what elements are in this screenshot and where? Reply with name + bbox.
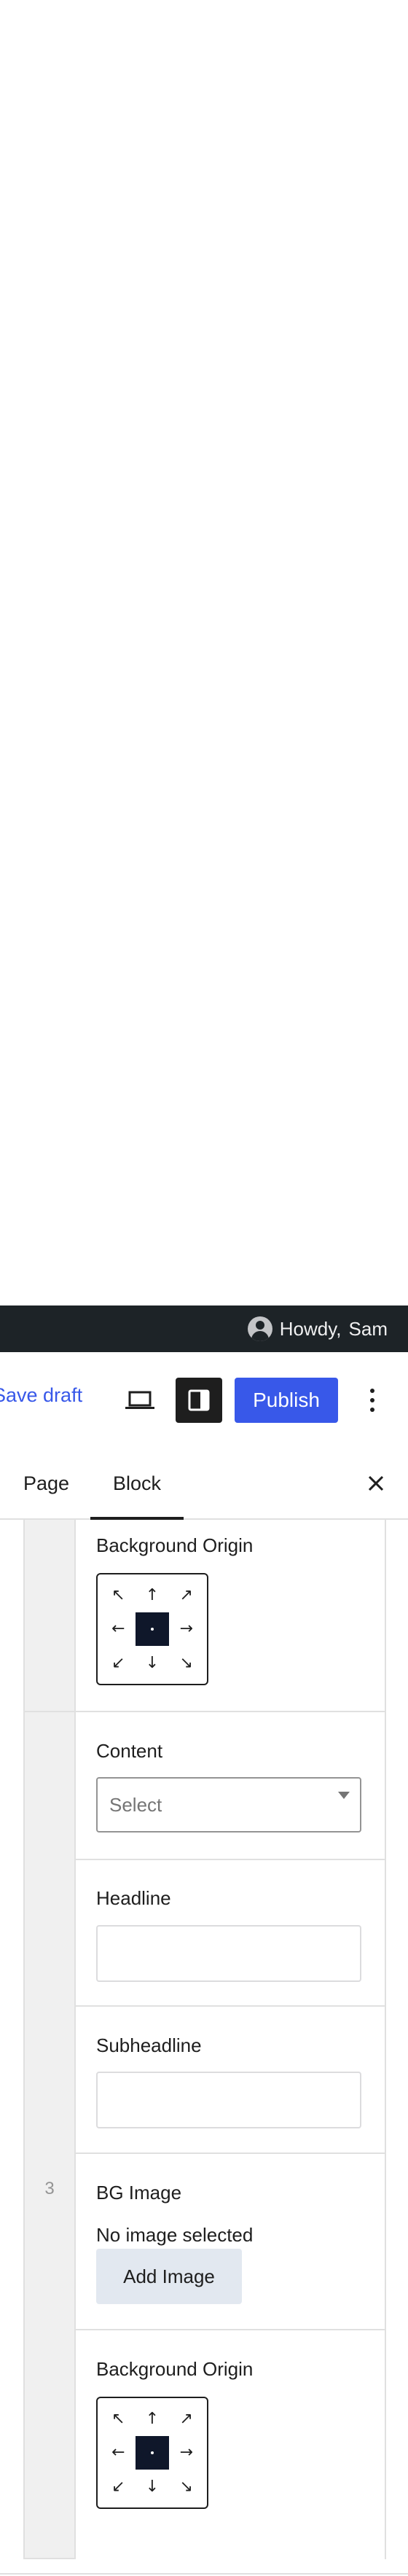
sidebar-tabs: Page Block bbox=[0, 1448, 408, 1520]
content-select-value: Select bbox=[109, 1793, 162, 1816]
center-dot-icon[interactable] bbox=[135, 1612, 170, 1647]
arrow-up-left-icon[interactable]: ↖ bbox=[101, 2402, 136, 2436]
arrow-down-icon[interactable]: ↓ bbox=[136, 2470, 170, 2504]
arrow-right-icon[interactable]: → bbox=[169, 2436, 203, 2470]
block-settings-panel: 3 Background Origin ↖ ↑ ↗ ← → ↙ ↓ ↘ Cont… bbox=[0, 1520, 408, 2573]
arrow-up-left-icon[interactable]: ↖ bbox=[101, 1578, 136, 1612]
arrow-down-right-icon[interactable]: ↘ bbox=[169, 2470, 203, 2504]
headline-input[interactable] bbox=[96, 1925, 361, 1982]
settings-sidebar-toggle[interactable] bbox=[176, 1378, 222, 1423]
publish-button[interactable]: Publish bbox=[235, 1378, 338, 1423]
close-sidebar-button[interactable] bbox=[363, 1470, 389, 1496]
repeater-row-gutter: 3 bbox=[23, 1712, 76, 2559]
content-select[interactable]: Select bbox=[96, 1777, 361, 1833]
arrow-left-icon[interactable]: ← bbox=[101, 2436, 136, 2470]
editor-toolbar: Save draft Publish bbox=[0, 1352, 408, 1450]
account-menu[interactable]: Howdy, Sam bbox=[247, 1305, 388, 1352]
background-origin-label: Background Origin bbox=[96, 1534, 254, 1556]
user-avatar-icon bbox=[247, 1316, 272, 1341]
subheadline-label: Subheadline bbox=[96, 2034, 202, 2056]
kebab-menu-icon bbox=[370, 1389, 374, 1412]
username-text: Sam bbox=[348, 1317, 388, 1340]
tab-page[interactable]: Page bbox=[23, 1448, 69, 1518]
arrow-left-icon[interactable]: ← bbox=[101, 1612, 136, 1647]
subheadline-input[interactable] bbox=[96, 2072, 361, 2128]
arrow-down-right-icon[interactable]: ↘ bbox=[169, 1646, 203, 1680]
bg-image-label: BG Image bbox=[96, 2182, 182, 2204]
bottom-divider bbox=[0, 2573, 408, 2575]
headline-label: Headline bbox=[96, 1887, 171, 1909]
arrow-up-right-icon[interactable]: ↗ bbox=[169, 1578, 203, 1612]
background-origin-picker[interactable]: ↖ ↑ ↗ ← → ↙ ↓ ↘ bbox=[96, 2397, 208, 2509]
preview-button[interactable] bbox=[121, 1383, 159, 1417]
arrow-up-right-icon[interactable]: ↗ bbox=[169, 2402, 203, 2436]
content-label: Content bbox=[96, 1740, 163, 1762]
admin-bar: Howdy, Sam bbox=[0, 1305, 408, 1352]
arrow-up-icon[interactable]: ↑ bbox=[136, 2402, 170, 2436]
row-divider bbox=[23, 1711, 386, 1712]
row-number: 3 bbox=[44, 2179, 55, 2198]
greeting-text: Howdy, bbox=[279, 1317, 342, 1340]
background-origin-label: Background Origin bbox=[96, 2358, 254, 2380]
arrow-up-icon[interactable]: ↑ bbox=[136, 1578, 170, 1612]
sidebar-toggle-icon bbox=[188, 1389, 210, 1411]
laptop-icon bbox=[125, 1391, 154, 1409]
close-icon bbox=[368, 1475, 384, 1491]
tab-block[interactable]: Block bbox=[90, 1448, 184, 1520]
save-draft-button[interactable]: Save draft bbox=[0, 1384, 82, 1407]
options-button[interactable] bbox=[361, 1380, 383, 1421]
arrow-down-left-icon[interactable]: ↙ bbox=[101, 1646, 136, 1680]
repeater-row-gutter bbox=[23, 1520, 76, 1711]
no-image-text: No image selected bbox=[96, 2224, 254, 2246]
background-origin-picker[interactable]: ↖ ↑ ↗ ← → ↙ ↓ ↘ bbox=[96, 1573, 208, 1685]
arrow-down-left-icon[interactable]: ↙ bbox=[101, 2470, 136, 2504]
add-image-button[interactable]: Add Image bbox=[96, 2249, 242, 2304]
arrow-right-icon[interactable]: → bbox=[169, 1612, 203, 1647]
chevron-down-icon bbox=[338, 1792, 350, 1799]
center-dot-icon[interactable] bbox=[135, 2435, 170, 2470]
arrow-down-icon[interactable]: ↓ bbox=[136, 1646, 170, 1680]
